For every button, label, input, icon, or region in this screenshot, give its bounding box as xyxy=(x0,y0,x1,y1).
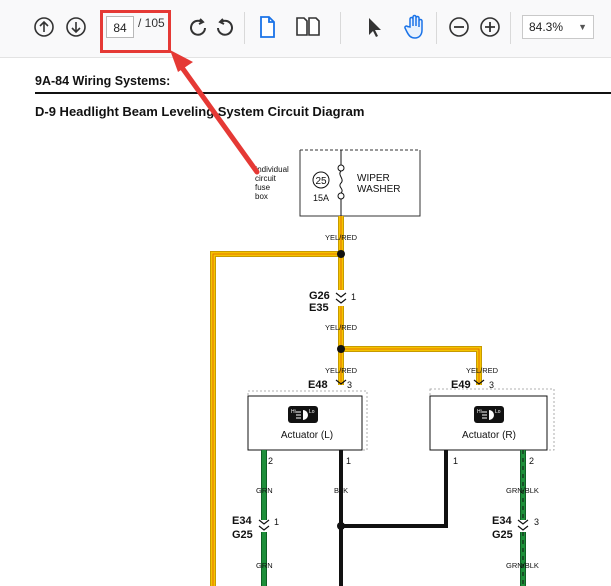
actuator-right-pin-1: 1 xyxy=(453,456,458,466)
fuse-number: 25 xyxy=(315,176,327,187)
wire-label-grn: GRN xyxy=(256,486,273,495)
fuse-box-label-2: circuit xyxy=(255,174,277,183)
wire-label-grn-blk: GRN/BLK xyxy=(506,486,539,495)
splice-point xyxy=(337,345,345,353)
wire-label-grn-blk: GRN/BLK xyxy=(506,561,539,570)
connector-g26-e35-symbol xyxy=(335,292,347,304)
connector-g25-left: G25 xyxy=(232,529,253,541)
connector-e34-left-pin: 1 xyxy=(274,517,279,527)
actuator-right-label: Actuator (R) xyxy=(462,430,516,441)
circuit-diagram: 25 15A WIPER WASHER Individual circuit f… xyxy=(170,50,555,586)
connector-g26: G26 xyxy=(309,290,330,302)
wire-label-grn: GRN xyxy=(256,561,273,570)
connector-g25-right: G25 xyxy=(492,529,513,541)
fuse-name-line1: WIPER xyxy=(357,173,390,184)
actuator-right: Hi Lo Actuator (R) xyxy=(429,388,555,451)
fuse-box-label-4: box xyxy=(255,192,268,201)
svg-text:Hi: Hi xyxy=(291,409,296,415)
svg-text:Lo: Lo xyxy=(309,409,315,415)
fuse-box-label-3: fuse xyxy=(255,183,271,192)
actuator-left-pin-2: 2 xyxy=(268,456,273,466)
ground-splice-point xyxy=(337,522,345,530)
annotation-arrow xyxy=(170,50,260,175)
actuator-left-label: Actuator (L) xyxy=(281,430,333,441)
connector-e49-pin: 3 xyxy=(489,380,494,390)
fuse-name-line2: WASHER xyxy=(357,184,401,195)
wire-label-yel-red: YEL/RED xyxy=(325,366,358,375)
connector-g26-pin: 1 xyxy=(351,292,356,302)
actuator-right-pin-2: 2 xyxy=(529,456,534,466)
wire-label-yel-red: YEL/RED xyxy=(325,233,358,242)
wire-label-yel-red: YEL/RED xyxy=(466,366,499,375)
connector-e34-g25-right-symbol xyxy=(517,519,529,531)
connector-e48: E48 xyxy=(308,379,328,391)
black-wires xyxy=(339,450,448,586)
connector-e48-pin: 3 xyxy=(347,380,352,390)
connector-e35: E35 xyxy=(309,302,329,314)
connector-e34-left: E34 xyxy=(232,515,252,527)
fuse-box: 25 15A WIPER WASHER xyxy=(299,149,421,217)
actuator-left-pin-1: 1 xyxy=(346,456,351,466)
connector-e34-right: E34 xyxy=(492,515,512,527)
connector-e34-g25-left-symbol xyxy=(258,519,270,531)
wire-label-blk: BLK xyxy=(334,486,348,495)
splice-point xyxy=(337,250,345,258)
svg-text:Lo: Lo xyxy=(495,409,501,415)
fuse-rating: 15A xyxy=(313,193,329,203)
fuse-symbol xyxy=(339,170,343,194)
green-wires xyxy=(261,450,526,586)
wire-label-yel-red: YEL/RED xyxy=(325,323,358,332)
connector-e34-right-pin: 3 xyxy=(534,517,539,527)
svg-text:Hi: Hi xyxy=(477,409,482,415)
actuator-left: Hi Lo Actuator (L) xyxy=(247,390,368,451)
fuse-box-label-1: Individual xyxy=(255,165,289,174)
